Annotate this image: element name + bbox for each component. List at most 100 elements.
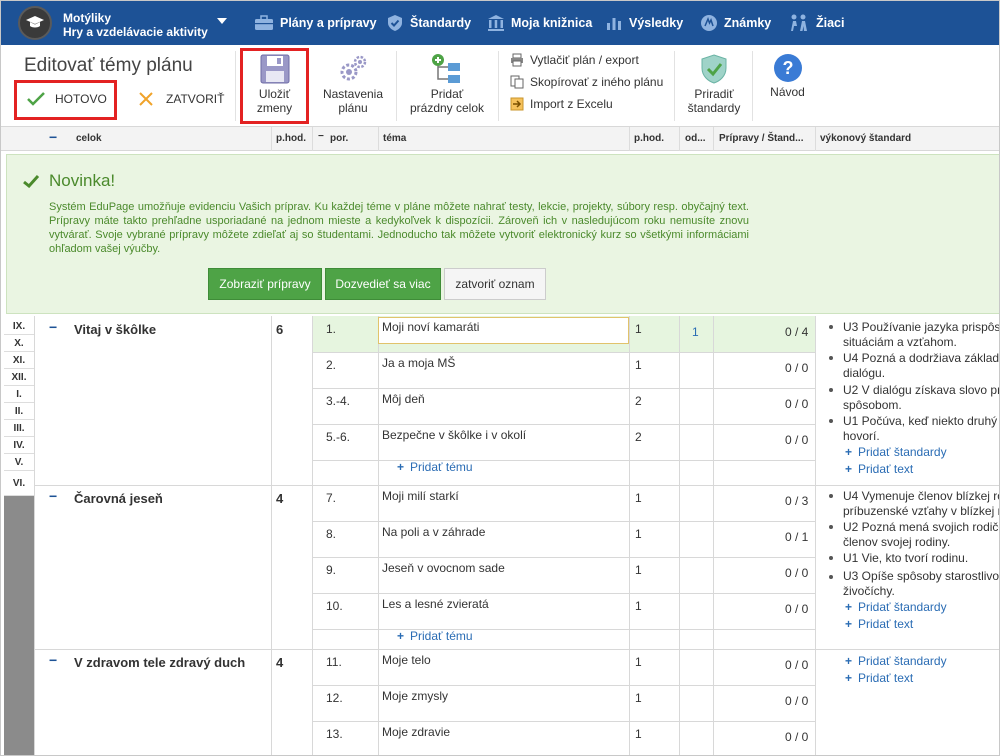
standard-item[interactable]: U4 Vymenuje členov blízkej rodiny — [843, 489, 1000, 504]
topic-name[interactable]: Les a lesné zvieratá — [382, 597, 489, 611]
unit-name[interactable]: V zdravom tele zdravý duch — [74, 655, 245, 670]
topic-name[interactable]: Moje zmysly — [382, 689, 448, 703]
print-export-button[interactable]: Vytlačiť plán / export — [510, 53, 639, 67]
unit-name[interactable]: Vitaj v škôlke — [74, 322, 156, 337]
topic-hours[interactable]: 1 — [635, 599, 642, 613]
topic-preparations[interactable]: 0 / 4 — [785, 325, 808, 339]
collapse-unit-button[interactable]: − — [49, 652, 57, 668]
grade-tab-iv[interactable]: IV. — [4, 437, 34, 454]
col-pripravy[interactable]: Prípravy / Štand... — [719, 133, 803, 144]
add-empty-unit-button[interactable]: Pridať prázdny celok — [404, 53, 490, 115]
import-excel-button[interactable]: Import z Excelu — [510, 97, 613, 111]
nav-plans[interactable]: Plány a prípravy — [254, 0, 377, 45]
topic-hours[interactable]: 1 — [635, 322, 642, 336]
topic-preparations[interactable]: 0 / 0 — [785, 658, 808, 672]
topic-preparations[interactable]: 0 / 0 — [785, 361, 808, 375]
add-text-link[interactable]: + Pridať text — [845, 671, 913, 685]
nav-grades[interactable]: Známky — [700, 0, 771, 45]
grade-tab-xii[interactable]: XII. — [4, 369, 34, 386]
plan-settings-button[interactable]: Nastavenia plánu — [318, 53, 388, 115]
grade-tab-x[interactable]: X. — [4, 335, 34, 352]
add-text-link[interactable]: + Pridať text — [845, 617, 913, 631]
topic-hours[interactable]: 1 — [635, 655, 642, 669]
topic-preparations[interactable]: 0 / 3 — [785, 494, 808, 508]
app-switcher[interactable]: Motýliky Hry a vzdelávacie aktivity — [63, 11, 208, 39]
topic-hours[interactable]: 1 — [635, 527, 642, 541]
topic-name[interactable]: Moje telo — [382, 653, 431, 667]
standard-item[interactable]: U4 Pozná a dodržiava základné pravidlá — [843, 351, 1000, 366]
grade-tab-ix[interactable]: IX. — [4, 318, 34, 335]
col-phod2[interactable]: p.hod. — [634, 133, 664, 144]
standard-item[interactable]: U3 Opíše spôsoby starostlivosti o — [843, 569, 1000, 584]
nav-library[interactable]: Moja knižnica — [487, 0, 592, 45]
grade-tab-iii[interactable]: III. — [4, 420, 34, 437]
col-por[interactable]: por. — [330, 133, 348, 144]
topic-preparations[interactable]: 0 / 0 — [785, 730, 808, 744]
save-changes-button[interactable]: Uložiť zmeny — [243, 53, 306, 115]
topic-hours[interactable]: 2 — [635, 430, 642, 444]
topic-name[interactable]: Moji noví kamaráti — [382, 320, 479, 334]
topic-name[interactable]: Ja a moja MŠ — [382, 356, 455, 370]
unit-hours[interactable]: 4 — [276, 491, 283, 506]
show-preparations-button[interactable]: Zobraziť prípravy — [208, 268, 322, 300]
assign-standards-button[interactable]: Priradiť štandardy — [680, 53, 748, 115]
close-notice-button[interactable]: zatvoriť oznam — [444, 268, 546, 300]
topic-preparations[interactable]: 0 / 0 — [785, 397, 808, 411]
help-button[interactable]: ? Návod — [760, 53, 815, 99]
add-standard-link[interactable]: + Pridať štandardy — [845, 654, 947, 668]
add-text-link[interactable]: + Pridať text — [845, 462, 913, 476]
topic-preparations[interactable]: 0 / 1 — [785, 530, 808, 544]
grade-tab-i[interactable]: I. — [4, 386, 34, 403]
topic-hours[interactable]: 1 — [635, 491, 642, 505]
topic-hours[interactable]: 1 — [635, 691, 642, 705]
standard-item[interactable]: U2 V dialógu získava slovo primeraným — [843, 383, 1000, 398]
unit-hours[interactable]: 6 — [276, 322, 283, 337]
nav-standards[interactable]: Štandardy — [386, 0, 471, 45]
topic-preparations[interactable]: 0 / 0 — [785, 694, 808, 708]
topic-name[interactable]: Bezpečne v škôlke i v okolí — [382, 428, 526, 442]
col-tema[interactable]: téma — [383, 133, 406, 144]
col-vykonovy[interactable]: výkonový štandard — [820, 133, 911, 144]
topic-hours[interactable]: 2 — [635, 394, 642, 408]
topic-preparations[interactable]: 0 / 0 — [785, 602, 808, 616]
close-button[interactable]: ZATVORIŤ — [138, 91, 224, 107]
topic-name[interactable]: Na poli a v záhrade — [382, 525, 485, 539]
col-phod[interactable]: p.hod. — [276, 133, 306, 144]
grade-tab-vi[interactable]: VI. — [4, 471, 34, 496]
collapse-unit-button[interactable]: − — [49, 488, 57, 504]
grade-tab-ii[interactable]: II. — [4, 403, 34, 420]
app-logo[interactable] — [18, 6, 52, 40]
add-topic-link[interactable]: + Pridať tému — [397, 629, 473, 643]
copy-plan-button[interactable]: Skopírovať z iného plánu — [510, 75, 663, 89]
col-por-collapse[interactable]: − — [318, 131, 324, 142]
grade-tab-xi[interactable]: XI. — [4, 352, 34, 369]
chevron-down-icon[interactable] — [217, 18, 227, 24]
collapse-all-button[interactable]: − — [49, 129, 57, 145]
done-button[interactable]: HOTOVO — [26, 91, 107, 107]
standard-item[interactable]: U2 Pozná mená svojich rodičov a — [843, 520, 1000, 535]
topic-name[interactable]: Moje zdravie — [382, 725, 450, 739]
topic-name[interactable]: Jeseň v ovocnom sade — [382, 561, 505, 575]
topic-name[interactable]: Môj deň — [382, 392, 425, 406]
topic-preparations[interactable]: 0 / 0 — [785, 566, 808, 580]
standard-item[interactable]: U1 Vie, kto tvorí rodinu. — [843, 551, 1000, 566]
topic-preparations[interactable]: 0 / 0 — [785, 433, 808, 447]
standard-item[interactable]: U1 Počúva, keď niekto druhý — [843, 414, 1000, 429]
add-standard-link[interactable]: + Pridať štandardy — [845, 600, 947, 614]
add-standard-link[interactable]: + Pridať štandardy — [845, 445, 947, 459]
unit-hours[interactable]: 4 — [276, 655, 283, 670]
topic-hours[interactable]: 1 — [635, 358, 642, 372]
topic-name[interactable]: Moji milí starkí — [382, 489, 459, 503]
standard-item[interactable]: U3 Používanie jazyka prispôsobuje — [843, 320, 1000, 335]
topic-hours[interactable]: 1 — [635, 727, 642, 741]
topic-od[interactable]: 1 — [692, 325, 699, 339]
col-od[interactable]: od... — [685, 133, 706, 144]
learn-more-button[interactable]: Dozvedieť sa viac — [325, 268, 441, 300]
unit-name[interactable]: Čarovná jeseň — [74, 491, 163, 506]
nav-students[interactable]: Žiaci — [788, 0, 845, 45]
add-topic-link[interactable]: + Pridať tému — [397, 460, 473, 474]
grade-tab-v[interactable]: V. — [4, 454, 34, 471]
nav-results[interactable]: Výsledky — [605, 0, 683, 45]
topic-hours[interactable]: 1 — [635, 563, 642, 577]
collapse-unit-button[interactable]: − — [49, 319, 57, 335]
